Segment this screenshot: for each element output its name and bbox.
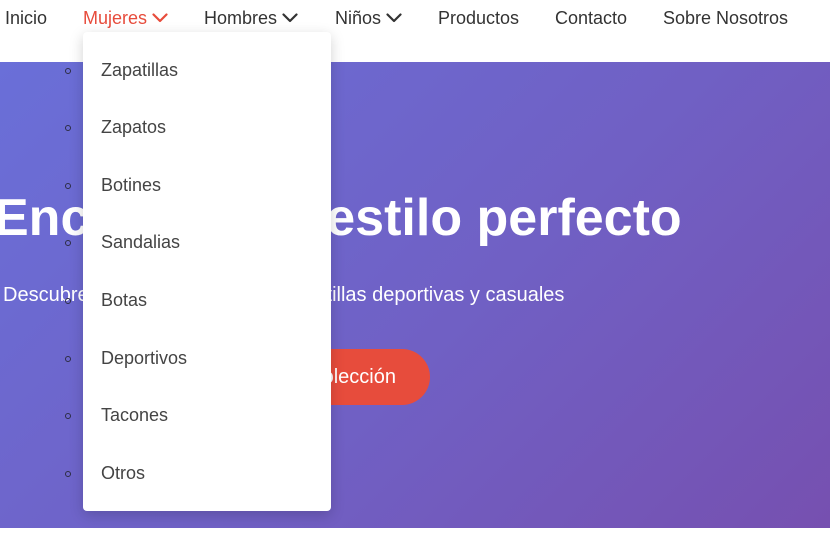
list-bullet: [65, 183, 71, 189]
dropdown-item-sandalias[interactable]: Sandalias: [101, 231, 180, 253]
nav-item-label: Niños: [335, 8, 382, 28]
mujeres-dropdown-menu: Zapatillas Zapatos Botines Sandalias Bot…: [83, 32, 331, 511]
nav-item-contacto[interactable]: Contacto: [555, 8, 627, 28]
nav-item-sobre-nosotros[interactable]: Sobre Nosotros: [663, 8, 788, 28]
chevron-down-icon: [282, 13, 298, 23]
list-bullet: [65, 298, 71, 304]
dropdown-item-zapatos[interactable]: Zapatos: [101, 116, 166, 138]
nav-item-label: Inicio: [5, 8, 48, 28]
nav-item-label: Productos: [438, 8, 520, 28]
list-bullet: [65, 413, 71, 419]
nav-item-productos[interactable]: Productos: [438, 8, 519, 28]
dropdown-item-zapatillas[interactable]: Zapatillas: [101, 59, 178, 81]
dropdown-item-botas[interactable]: Botas: [101, 289, 147, 311]
list-bullet: [65, 68, 71, 74]
nav-item-label: Mujeres: [83, 8, 148, 28]
nav-item-inicio[interactable]: Inicio: [5, 8, 47, 28]
nav-item-label: Contacto: [555, 8, 628, 28]
page: Encuentra tu estilo perfecto Descubre nu…: [0, 0, 830, 543]
nav-item-hombres[interactable]: Hombres: [204, 8, 298, 28]
list-bullet: [65, 471, 71, 477]
list-bullet: [65, 125, 71, 131]
nav-item-label: Sobre Nosotros: [663, 8, 789, 28]
nav-item-mujeres[interactable]: Mujeres: [83, 8, 168, 28]
chevron-down-icon: [152, 13, 168, 23]
chevron-down-icon: [386, 13, 402, 23]
nav-item-label: Hombres: [204, 8, 278, 28]
list-bullet: [65, 240, 71, 246]
dropdown-item-otros[interactable]: Otros: [101, 462, 145, 484]
dropdown-item-tacones[interactable]: Tacones: [101, 404, 168, 426]
nav-item-ninos[interactable]: Niños: [335, 8, 402, 28]
dropdown-item-botines[interactable]: Botines: [101, 174, 161, 196]
dropdown-item-deportivos[interactable]: Deportivos: [101, 347, 187, 369]
list-bullet: [65, 356, 71, 362]
